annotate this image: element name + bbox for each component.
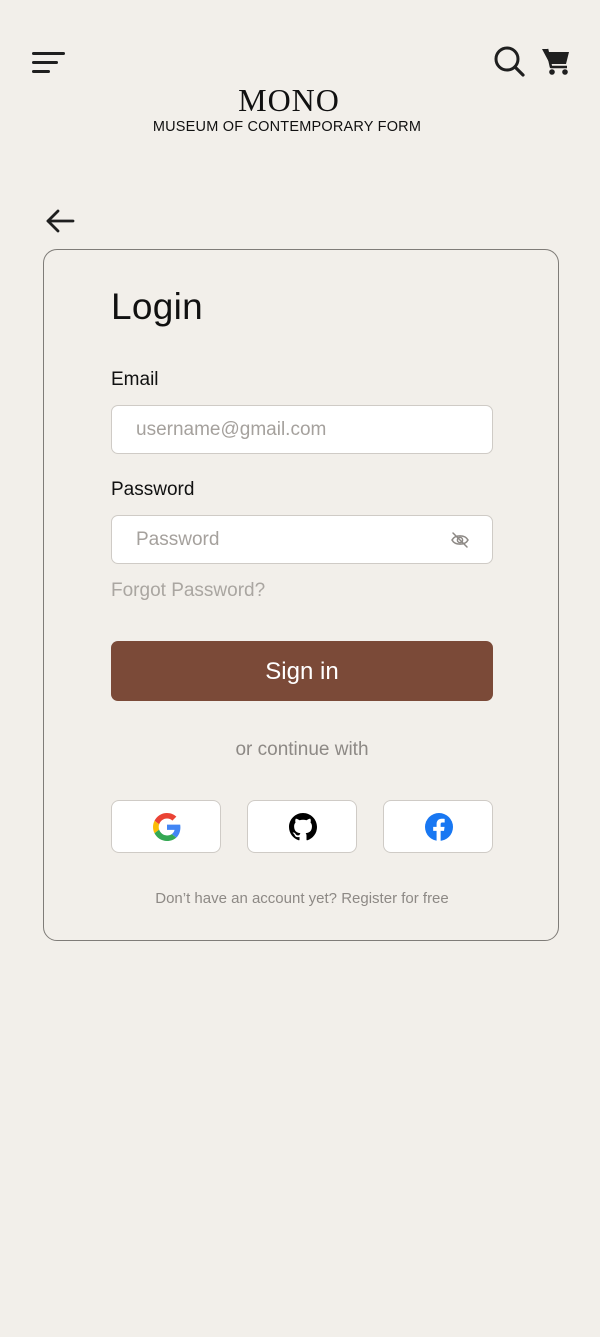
github-login-button[interactable] xyxy=(247,800,357,853)
register-prompt-text: Don’t have an account yet? xyxy=(155,890,338,907)
eye-off-icon[interactable] xyxy=(450,531,470,549)
password-field[interactable] xyxy=(112,516,492,563)
register-prompt: Don’t have an account yet? Register for … xyxy=(43,890,561,907)
search-icon[interactable] xyxy=(493,45,525,77)
arrow-left-icon[interactable] xyxy=(44,206,76,236)
register-link[interactable]: Register for free xyxy=(341,890,449,907)
google-icon xyxy=(153,813,181,841)
password-label: Password xyxy=(111,479,195,500)
login-page: MONO MUSEUM OF CONTEMPORARY FORM Login E… xyxy=(0,0,600,1337)
hamburger-menu-icon[interactable] xyxy=(32,50,66,78)
login-title: Login xyxy=(111,286,204,327)
email-field[interactable] xyxy=(112,406,492,453)
github-icon xyxy=(289,813,317,841)
sign-in-button[interactable]: Sign in xyxy=(111,641,493,701)
menu-line xyxy=(32,70,50,73)
forgot-password-link[interactable]: Forgot Password? xyxy=(111,580,265,602)
brand-subtitle: MUSEUM OF CONTEMPORARY FORM xyxy=(152,119,422,135)
email-field-wrapper xyxy=(111,405,493,454)
menu-line xyxy=(32,52,65,55)
brand-title: MONO xyxy=(238,82,340,118)
password-field-wrapper xyxy=(111,515,493,564)
facebook-login-button[interactable] xyxy=(383,800,493,853)
email-label: Email xyxy=(111,369,159,390)
google-login-button[interactable] xyxy=(111,800,221,853)
shopping-cart-icon[interactable] xyxy=(541,46,571,76)
or-continue-label: or continue with xyxy=(235,739,369,760)
menu-line xyxy=(32,61,58,64)
facebook-icon xyxy=(425,813,453,841)
